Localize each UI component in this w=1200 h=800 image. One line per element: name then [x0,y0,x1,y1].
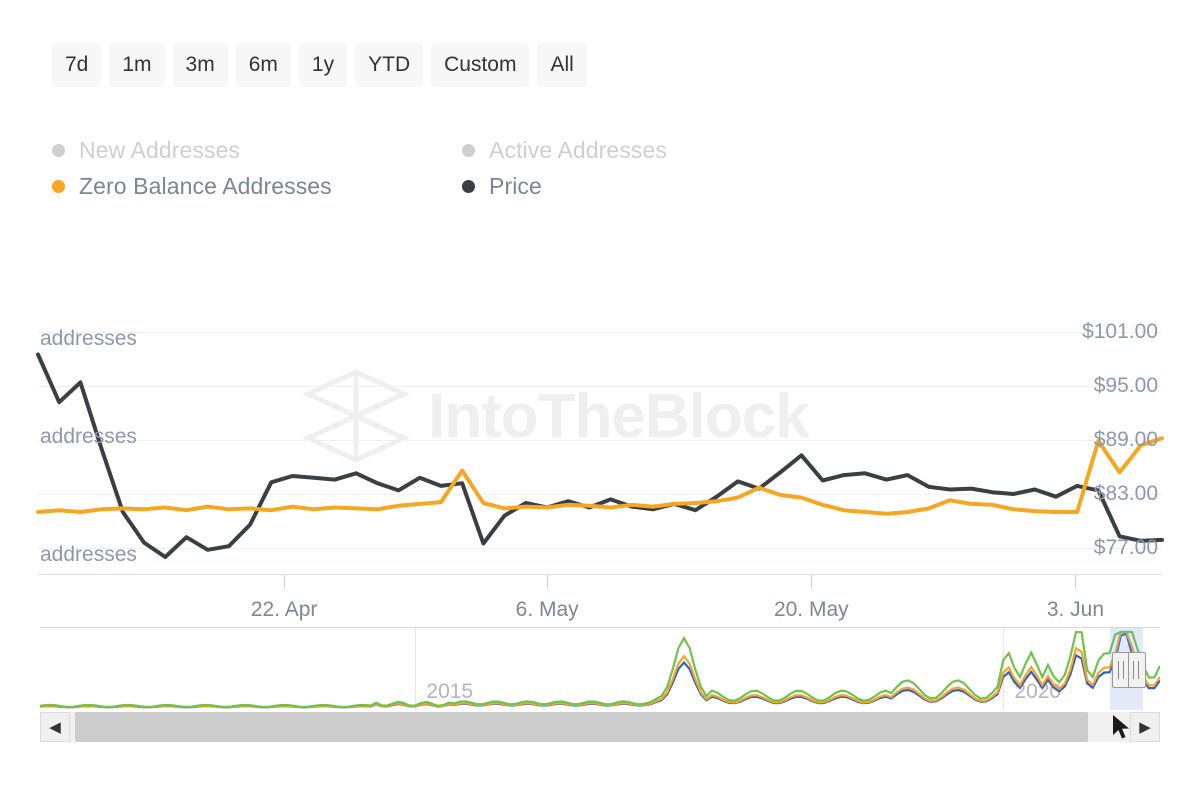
x-axis-tick [811,575,812,588]
scrollbar-thumb[interactable] [75,712,1087,742]
x-axis-tick-label: 6. May [516,598,579,622]
legend-item-price[interactable]: Price [462,173,542,200]
y-right-tick-label: $89.00 [1094,428,1158,452]
legend-dot-zero-balance-addresses [52,180,65,193]
x-axis-tick-label: 3. Jun [1047,598,1104,622]
scrollbar-track[interactable] [70,712,1130,742]
navigator-series-orange [40,632,1160,707]
x-axis-tick-label: 22. Apr [251,598,318,622]
main-chart: $101.00 $95.00 $89.00 $83.00 $77.00 addresse… [0,270,1200,600]
legend-item-new-addresses[interactable]: New Addresses [52,137,462,164]
legend-dot-active-addresses [462,144,475,157]
handle-grip-line [1138,661,1139,679]
x-axis-tick-label: 20. May [774,598,849,622]
range-button-6m[interactable]: 6m [236,43,291,87]
navigator-scrollbar[interactable]: ◀ ▶ [40,712,1160,742]
range-button-1m[interactable]: 1m [109,43,164,87]
handle-grip-line [1133,661,1134,679]
legend-label-zero-balance-addresses: Zero Balance Addresses [79,173,332,200]
legend-dot-price [462,180,475,193]
y-left-tick-label: addresses [40,543,137,567]
x-axis-tick [547,575,548,588]
legend-row-2: Zero Balance Addresses Price [52,168,812,204]
y-right-tick-label: $77.00 [1094,536,1158,560]
legend-item-active-addresses[interactable]: Active Addresses [462,137,667,164]
range-button-all[interactable]: All [537,43,586,87]
legend-label-price: Price [489,173,542,200]
range-selector: 7d1m3m6m1yYTDCustomAll [52,43,587,87]
series-line-price [38,355,1162,558]
series-lines [38,305,1162,575]
navigator-inner: 2015 2020 [40,628,1160,710]
navigator-series [40,628,1160,710]
scroll-left-button[interactable]: ◀ [40,712,70,742]
handle-grip-separator [1128,653,1129,687]
y-left-tick-label: addresses [40,425,137,449]
legend-label-active-addresses: Active Addresses [489,137,667,164]
y-right-tick-label: $95.00 [1094,374,1158,398]
range-button-7d[interactable]: 7d [52,43,101,87]
handle-grip-line [1118,661,1119,679]
range-button-1y[interactable]: 1y [299,43,347,87]
scroll-right-button[interactable]: ▶ [1130,712,1160,742]
legend-dot-new-addresses [52,144,65,157]
legend-row-1: New Addresses Active Addresses [52,132,812,168]
navigator[interactable]: 2015 2020 [40,627,1160,710]
plot-area[interactable]: $101.00 $95.00 $89.00 $83.00 $77.00 addresse… [38,305,1162,575]
range-button-custom[interactable]: Custom [431,43,529,87]
navigator-handle-right[interactable] [1112,652,1146,688]
range-button-ytd[interactable]: YTD [355,43,423,87]
y-left-tick-label: addresses [40,327,137,351]
x-axis-tick [1075,575,1076,588]
handle-grip-line [1123,661,1124,679]
range-button-3m[interactable]: 3m [173,43,228,87]
y-right-tick-label: $83.00 [1094,482,1158,506]
legend-label-new-addresses: New Addresses [79,137,240,164]
legend-item-zero-balance-addresses[interactable]: Zero Balance Addresses [52,173,462,200]
x-axis-tick [284,575,285,588]
chart-legend: New Addresses Active Addresses Zero Bala… [52,132,812,204]
y-right-tick-label: $101.00 [1082,320,1158,344]
